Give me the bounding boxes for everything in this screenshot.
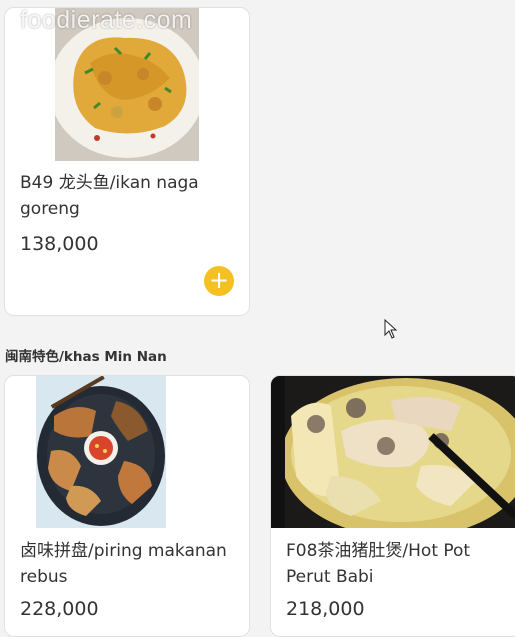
menu-item-name: B49 龙头鱼/ikan naga goreng xyxy=(20,173,199,219)
food-image xyxy=(36,376,166,528)
food-image xyxy=(271,376,515,528)
menu-item-card[interactable]: 卤味拼盘/piring makanan rebus 228,000 xyxy=(4,375,250,637)
menu-item-price: 138,000 xyxy=(20,233,99,255)
add-to-cart-button[interactable]: + xyxy=(204,266,234,296)
watermark: foodierate.com xyxy=(20,6,193,34)
plus-icon: + xyxy=(208,266,230,294)
menu-item-price: 228,000 xyxy=(20,598,99,620)
menu-item-card[interactable]: B49 龙头鱼/ikan naga goreng 138,000 + xyxy=(4,7,250,316)
menu-item-card[interactable]: F08茶油猪肚煲/Hot Pot Perut Babi 218,000 xyxy=(270,375,515,637)
menu-item-name: 卤味拼盘/piring makanan rebus xyxy=(20,541,227,587)
mouse-pointer-icon xyxy=(384,319,398,339)
section-title: 闽南特色/khas Min Nan xyxy=(5,349,167,365)
menu-item-price: 218,000 xyxy=(286,598,365,620)
menu-item-name: F08茶油猪肚煲/Hot Pot Perut Babi xyxy=(286,541,471,587)
